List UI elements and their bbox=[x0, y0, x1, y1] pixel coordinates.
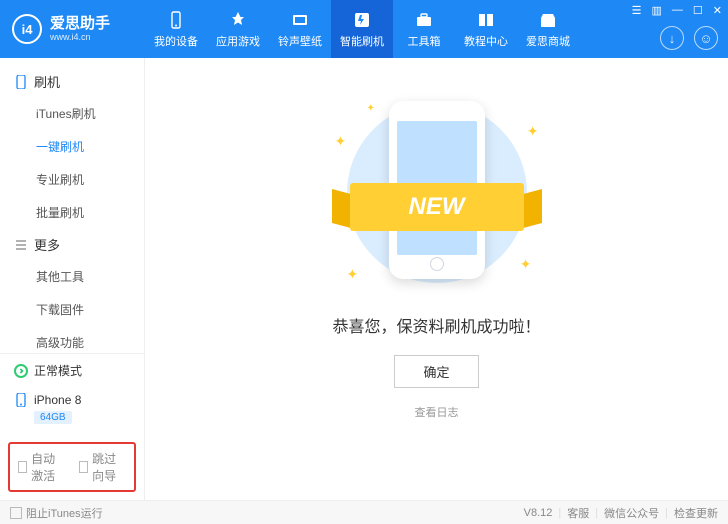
success-message: 恭喜您，保资料刷机成功啦！ bbox=[332, 313, 540, 337]
sidebar-item[interactable]: 高级功能 bbox=[0, 326, 144, 353]
phone-icon bbox=[14, 75, 28, 89]
skip-guide-checkbox[interactable]: 跳过向导 bbox=[79, 450, 126, 484]
maximize-icon[interactable]: ☐ bbox=[693, 4, 703, 17]
user-icon[interactable]: ☺ bbox=[694, 26, 718, 50]
tutorial-icon bbox=[476, 10, 496, 30]
app-logo: i4 爱思助手 www.i4.cn bbox=[0, 14, 145, 44]
ok-button[interactable]: 确定 bbox=[394, 355, 478, 388]
phone-icon bbox=[14, 393, 28, 407]
tab-device[interactable]: 我的设备 bbox=[145, 0, 207, 58]
sidebar-item[interactable]: 一键刷机 bbox=[0, 130, 144, 163]
tab-label: 工具箱 bbox=[408, 33, 441, 49]
view-log-link[interactable]: 查看日志 bbox=[415, 404, 459, 420]
mode-label: 正常模式 bbox=[34, 362, 82, 379]
menu-icon bbox=[14, 238, 28, 252]
settings-icon[interactable]: ☰ bbox=[632, 4, 642, 17]
store-icon bbox=[538, 10, 558, 30]
tab-label: 爱思商城 bbox=[526, 33, 570, 49]
app-name: 爱思助手 bbox=[50, 16, 110, 33]
support-link[interactable]: 客服 bbox=[567, 505, 589, 521]
app-url: www.i4.cn bbox=[50, 32, 110, 42]
sidebar-group-menu: 更多 bbox=[0, 229, 144, 260]
tab-label: 应用游戏 bbox=[216, 33, 260, 49]
tab-flash[interactable]: 智能刷机 bbox=[331, 0, 393, 58]
sidebar-group-phone: 刷机 bbox=[0, 66, 144, 97]
auto-activate-checkbox[interactable]: 自动激活 bbox=[18, 450, 65, 484]
flash-icon bbox=[352, 10, 372, 30]
toolbox-icon bbox=[414, 10, 434, 30]
refresh-icon bbox=[14, 364, 28, 378]
new-ribbon: NEW bbox=[332, 183, 542, 231]
tab-label: 教程中心 bbox=[464, 33, 508, 49]
tab-label: 铃声壁纸 bbox=[278, 33, 322, 49]
mode-button[interactable]: 正常模式 bbox=[0, 354, 144, 387]
options-highlight: 自动激活 跳过向导 bbox=[8, 442, 136, 492]
block-itunes-checkbox[interactable]: 阻止iTunes运行 bbox=[10, 505, 103, 521]
tab-apps[interactable]: 应用游戏 bbox=[207, 0, 269, 58]
sidebar-item[interactable]: iTunes刷机 bbox=[0, 97, 144, 130]
version-label: V8.12 bbox=[524, 507, 553, 519]
download-icon[interactable]: ↓ bbox=[660, 26, 684, 50]
tab-label: 我的设备 bbox=[154, 33, 198, 49]
sidebar-item[interactable]: 其他工具 bbox=[0, 260, 144, 293]
tab-ringtone[interactable]: 铃声壁纸 bbox=[269, 0, 331, 58]
success-illustration: ✦✦✦✦✦ NEW bbox=[317, 93, 557, 293]
wechat-link[interactable]: 微信公众号 bbox=[604, 505, 659, 521]
logo-badge-icon: i4 bbox=[12, 14, 42, 44]
sidebar-item[interactable]: 下载固件 bbox=[0, 293, 144, 326]
check-update-link[interactable]: 检查更新 bbox=[674, 505, 718, 521]
device-panel[interactable]: iPhone 8 64GB bbox=[0, 387, 144, 434]
sidebar-item[interactable]: 批量刷机 bbox=[0, 196, 144, 229]
apps-icon bbox=[228, 10, 248, 30]
storage-badge: 64GB bbox=[34, 411, 72, 424]
tab-label: 智能刷机 bbox=[340, 33, 384, 49]
tab-toolbox[interactable]: 工具箱 bbox=[393, 0, 455, 58]
tab-store[interactable]: 爱思商城 bbox=[517, 0, 579, 58]
device-name: iPhone 8 bbox=[34, 393, 81, 407]
close-icon[interactable]: ✕ bbox=[713, 4, 722, 17]
minimize-icon[interactable]: — bbox=[672, 4, 683, 17]
sidebar-item[interactable]: 专业刷机 bbox=[0, 163, 144, 196]
tab-tutorial[interactable]: 教程中心 bbox=[455, 0, 517, 58]
ringtone-icon bbox=[290, 10, 310, 30]
device-icon bbox=[166, 10, 186, 30]
lock-icon[interactable]: ▥ bbox=[652, 4, 662, 17]
